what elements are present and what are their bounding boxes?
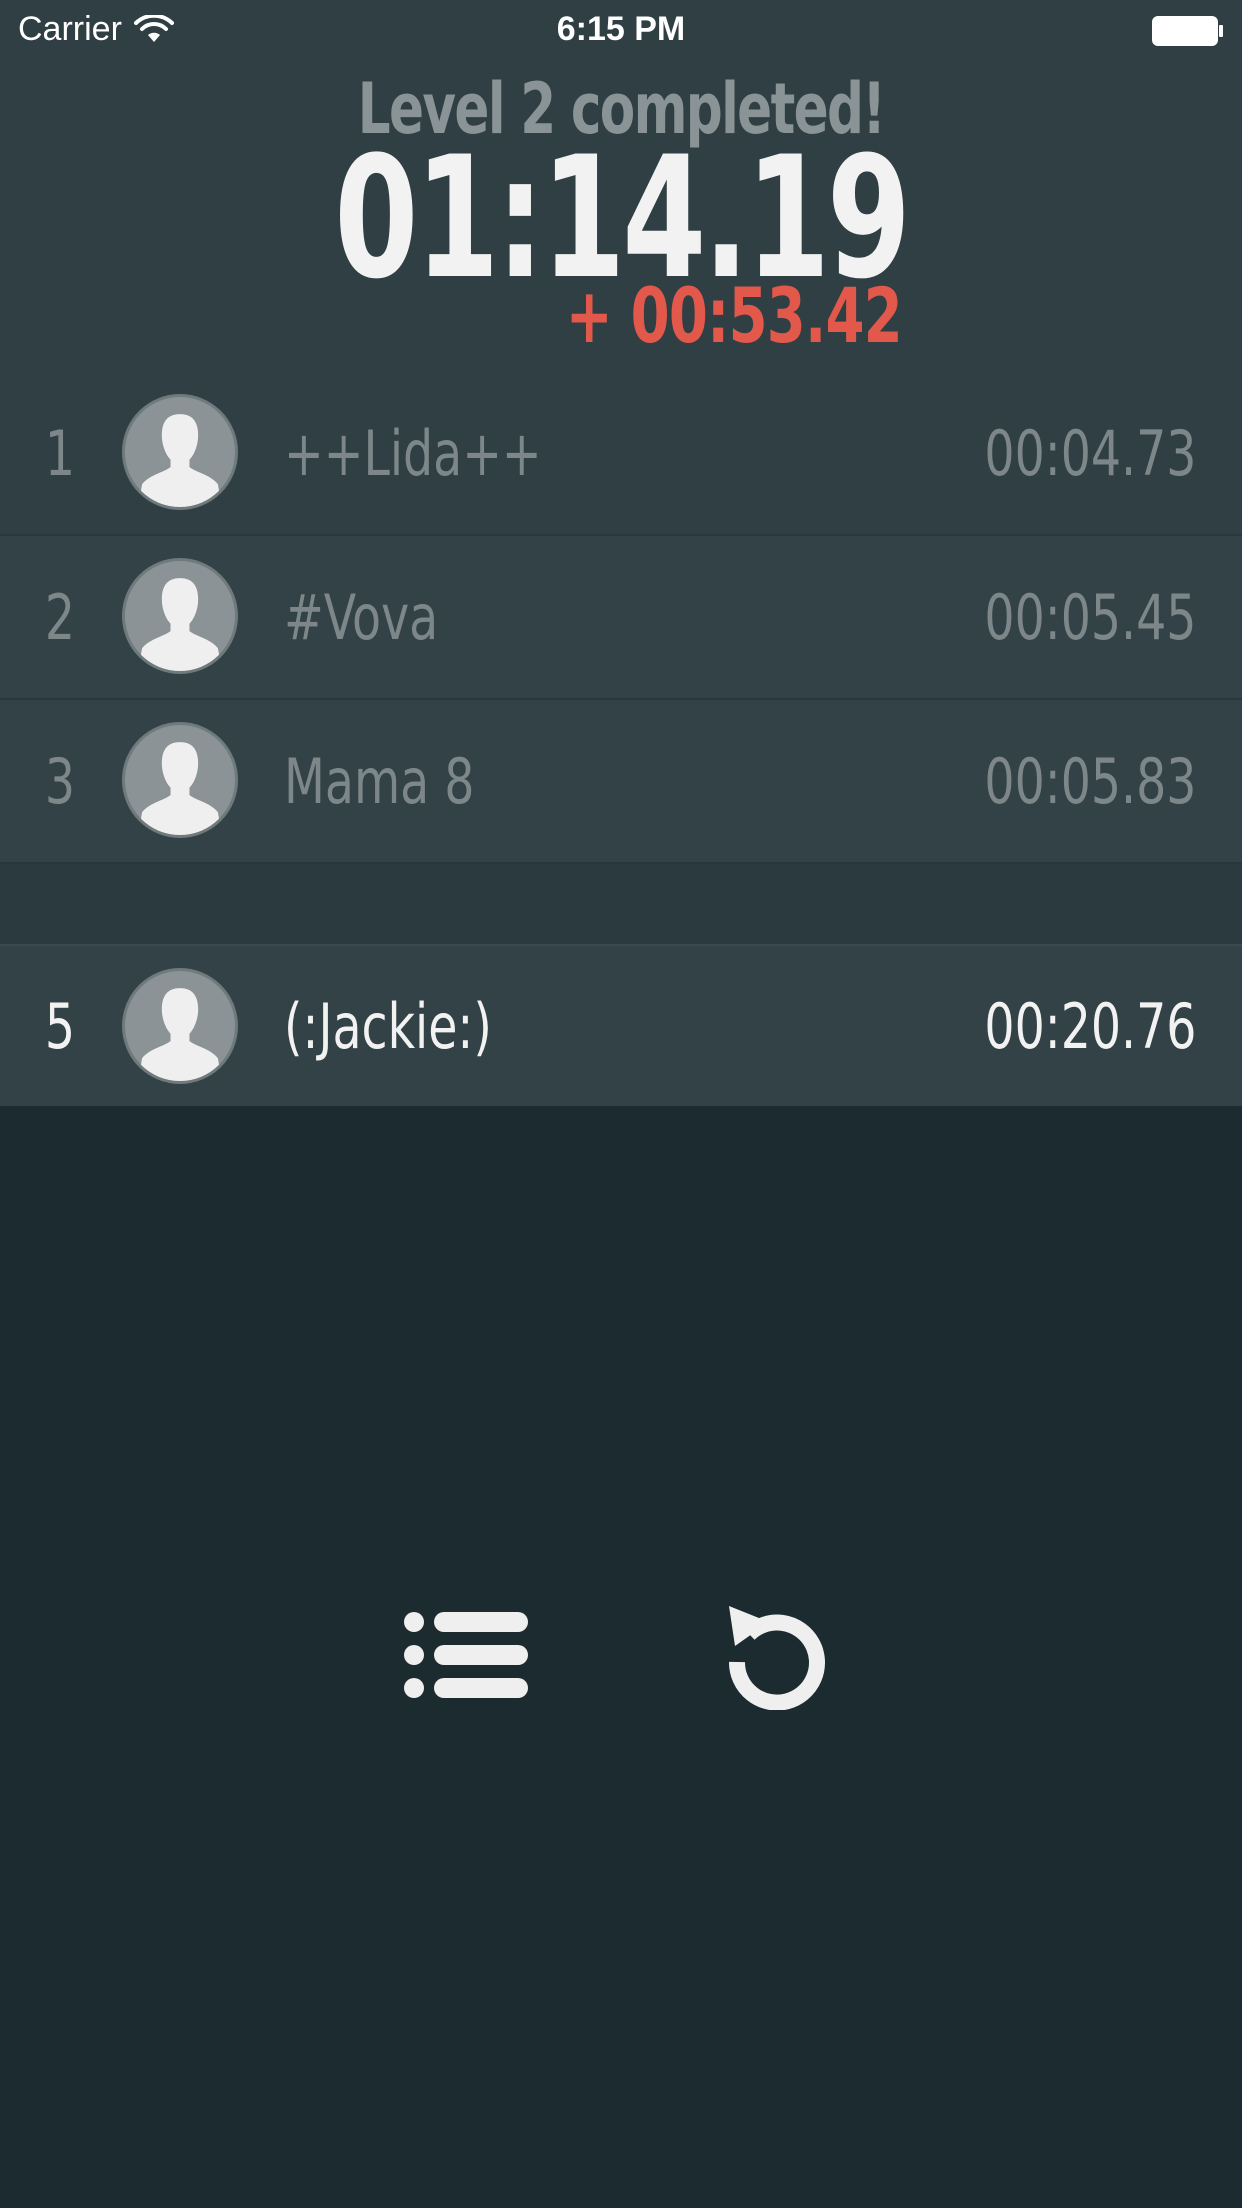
player-name: Mama 8: [284, 744, 475, 818]
player-time: 00:05.45: [984, 580, 1196, 654]
leaderboard-row[interactable]: 1 ++Lida++ 00:04.73: [0, 372, 1242, 536]
player-name: (:Jackie:): [284, 989, 492, 1063]
replay-button[interactable]: [706, 1590, 846, 1720]
player-name: ++Lida++: [284, 416, 542, 490]
user-silhouette-icon: [122, 968, 238, 1084]
game-results-screen: Carrier 6:15 PM Level 2 completed! 01:14…: [0, 0, 1242, 2208]
battery-icon: [1152, 16, 1223, 46]
bottom-controls: [0, 1590, 1242, 1720]
rank-number: 1: [44, 416, 76, 490]
replay-icon: [728, 1606, 825, 1710]
player-time: 00:05.83: [984, 744, 1196, 818]
leaderboard-row[interactable]: 2 #Vova 00:05.45: [0, 536, 1242, 700]
rank-number: 5: [44, 989, 76, 1063]
current-player-row[interactable]: 5 (:Jackie:) 00:20.76: [0, 946, 1242, 1106]
leaderboard: 1 ++Lida++ 00:04.73 2 #Vova 00:05.45 3 M…: [0, 372, 1242, 1106]
rank-number: 3: [44, 744, 76, 818]
list-icon: [404, 1612, 528, 1698]
player-time: 00:20.76: [984, 989, 1196, 1063]
leaderboard-row[interactable]: 3 Mama 8 00:05.83: [0, 700, 1242, 864]
leaderboard-list-button[interactable]: [396, 1590, 536, 1720]
user-silhouette-icon: [122, 722, 238, 838]
player-name: #Vova: [284, 580, 439, 654]
rank-number: 2: [44, 580, 76, 654]
user-silhouette-icon: [122, 558, 238, 674]
status-bar: Carrier 6:15 PM: [0, 0, 1242, 60]
player-time: 00:04.73: [984, 416, 1196, 490]
results-header: Level 2 completed! 01:14.19 + 00:53.42: [0, 60, 1242, 360]
user-silhouette-icon: [122, 394, 238, 510]
status-time: 6:15 PM: [556, 10, 686, 48]
leaderboard-gap: [0, 864, 1242, 946]
time-delta: + 00:53.42: [565, 271, 903, 360]
